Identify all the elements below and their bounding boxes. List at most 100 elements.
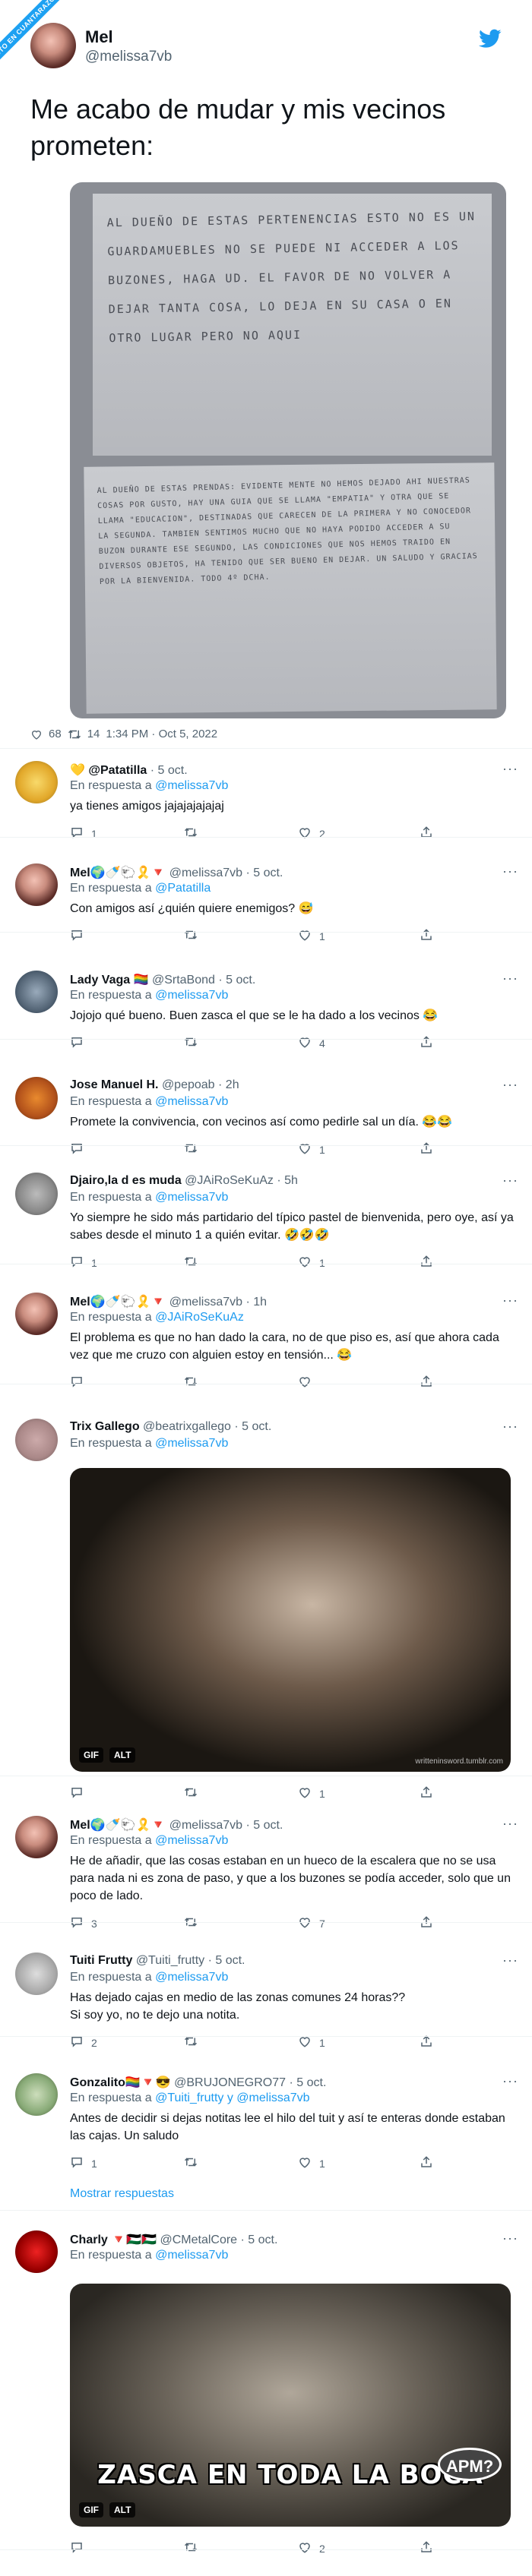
share-button[interactable] bbox=[420, 2035, 433, 2050]
reply-button[interactable] bbox=[70, 1375, 91, 1391]
like-button[interactable]: 1 bbox=[298, 2155, 325, 2171]
reply-to-link[interactable]: @melissa7vb bbox=[155, 1191, 228, 1204]
author-name[interactable]: Charly 🔻🇵🇸🇵🇸 bbox=[70, 2233, 157, 2246]
reply-to-link[interactable]: @melissa7vb bbox=[155, 779, 228, 792]
author-handle-date[interactable]: @melissa7vb · 5 oct. bbox=[169, 867, 283, 879]
more-options-icon[interactable]: ··· bbox=[502, 1077, 518, 1093]
share-button[interactable] bbox=[420, 928, 433, 944]
like-button[interactable]: 1 bbox=[298, 1785, 325, 1801]
reply-tweet[interactable]: Trix Gallego @beatrixgallego · 5 oct. ··… bbox=[0, 1419, 532, 1800]
more-options-icon[interactable]: ··· bbox=[502, 1953, 518, 1968]
author-handle-date[interactable]: @CMetalCore · 5 oct. bbox=[160, 2233, 277, 2246]
like-button[interactable]: 7 bbox=[298, 1915, 325, 1931]
retweet-button[interactable] bbox=[184, 928, 205, 944]
like-button[interactable]: 4 bbox=[298, 1035, 325, 1051]
tweet-photo[interactable]: AL DUEÑO DE ESTAS PERTENENCIAS ESTO NO E… bbox=[70, 182, 506, 718]
share-button[interactable] bbox=[420, 1915, 433, 1931]
author-name[interactable]: Lady Vaga 🏳️‍🌈 bbox=[70, 974, 149, 987]
author-name[interactable]: Gonzalito🏳️‍🌈🔻😎 bbox=[70, 2076, 171, 2089]
more-options-icon[interactable]: ··· bbox=[502, 863, 518, 879]
share-button[interactable] bbox=[420, 1785, 433, 1801]
avatar[interactable] bbox=[15, 863, 58, 906]
like-button[interactable]: 1 bbox=[298, 1141, 325, 1157]
reply-tweet[interactable]: Lady Vaga 🏳️‍🌈 @SrtaBond · 5 oct. ··· En… bbox=[0, 971, 532, 1050]
reply-tweet[interactable]: Mel🌍🍼🐑🎗️🔻 @melissa7vb · 5 oct. ··· En re… bbox=[0, 1816, 532, 1930]
reply-to-link[interactable]: @melissa7vb bbox=[155, 989, 228, 1002]
reply-tweet[interactable]: 💛 @Patatilla · 5 oct. ··· En respuesta a… bbox=[0, 761, 532, 840]
more-options-icon[interactable]: ··· bbox=[502, 761, 518, 777]
avatar[interactable] bbox=[15, 971, 58, 1013]
reply-button[interactable] bbox=[70, 1035, 91, 1051]
like-button[interactable]: 2 bbox=[298, 2540, 325, 2556]
tweet-timestamp[interactable]: 1:34 PM · Oct 5, 2022 bbox=[106, 728, 217, 740]
reply-to-link[interactable]: @melissa7vb bbox=[155, 2249, 228, 2262]
show-replies-link[interactable]: Mostrar respuestas bbox=[70, 2187, 174, 2201]
author-name[interactable]: Trix Gallego bbox=[70, 1420, 140, 1433]
author-name[interactable]: Djairo,la d es muda bbox=[70, 1174, 182, 1187]
like-button[interactable]: 2 bbox=[298, 826, 325, 841]
share-button[interactable] bbox=[420, 2155, 433, 2171]
alt-badge[interactable]: ALT bbox=[109, 2502, 136, 2518]
reply-to-link[interactable]: @Patatilla bbox=[155, 882, 211, 895]
reply-button[interactable]: 3 bbox=[70, 1915, 97, 1931]
reply-gif[interactable]: ZASCA EN TODA LA BOCA APM? GIF ALT bbox=[70, 2284, 511, 2527]
reply-tweet[interactable]: Djairo,la d es muda @JAiRoSeKuAz · 5h ··… bbox=[0, 1173, 532, 1269]
reply-button[interactable]: 1 bbox=[70, 1255, 97, 1271]
avatar[interactable] bbox=[15, 1419, 58, 1461]
more-options-icon[interactable]: ··· bbox=[502, 1816, 518, 1832]
avatar[interactable] bbox=[15, 2073, 58, 2116]
reply-button[interactable]: 2 bbox=[70, 2035, 97, 2050]
twitter-bird-icon[interactable] bbox=[479, 29, 502, 49]
reply-tweet[interactable]: Mel🌍🍼🐑🎗️🔻 @melissa7vb · 1h ··· En respue… bbox=[0, 1293, 532, 1387]
share-button[interactable] bbox=[420, 1141, 433, 1157]
retweet-button[interactable] bbox=[184, 2540, 205, 2556]
share-button[interactable] bbox=[420, 1035, 433, 1051]
reply-to-link[interactable]: @melissa7vb bbox=[155, 1095, 228, 1108]
avatar[interactable] bbox=[15, 1816, 58, 1858]
reply-tweet[interactable]: Charly 🔻🇵🇸🇵🇸 @CMetalCore · 5 oct. ··· En… bbox=[0, 2230, 532, 2555]
reply-to-link[interactable]: @melissa7vb bbox=[155, 1971, 228, 1984]
reply-to-link[interactable]: @JAiRoSeKuAz bbox=[155, 1311, 244, 1324]
retweet-icon[interactable] bbox=[68, 728, 81, 740]
share-button[interactable] bbox=[420, 2540, 433, 2556]
reply-gif[interactable]: writteninsword.tumblr.com GIF ALT bbox=[70, 1468, 511, 1772]
author-handle-date[interactable]: @beatrixgallego · 5 oct. bbox=[143, 1420, 271, 1433]
reply-button[interactable] bbox=[70, 2540, 91, 2556]
share-button[interactable] bbox=[420, 1255, 433, 1271]
author-handle[interactable]: @melissa7vb bbox=[85, 49, 172, 65]
author-name[interactable]: Tuiti Frutty bbox=[70, 1954, 132, 1967]
reply-button[interactable] bbox=[70, 1141, 91, 1157]
more-options-icon[interactable]: ··· bbox=[502, 2230, 518, 2246]
like-button[interactable] bbox=[298, 1375, 319, 1391]
avatar[interactable] bbox=[15, 1953, 58, 1995]
reply-button[interactable]: 1 bbox=[70, 2155, 97, 2171]
avatar[interactable] bbox=[15, 761, 58, 803]
avatar[interactable] bbox=[15, 1077, 58, 1119]
retweet-button[interactable] bbox=[184, 826, 205, 841]
avatar[interactable] bbox=[15, 2230, 58, 2273]
author-handle-date[interactable]: @melissa7vb · 1h bbox=[169, 1296, 267, 1309]
like-button[interactable]: 1 bbox=[298, 928, 325, 944]
retweet-button[interactable] bbox=[184, 1035, 205, 1051]
author-handle-date[interactable]: @melissa7vb · 5 oct. bbox=[169, 1819, 283, 1832]
retweet-button[interactable] bbox=[184, 1141, 205, 1157]
share-button[interactable] bbox=[420, 826, 433, 841]
author-name[interactable]: Mel🌍🍼🐑🎗️🔻 bbox=[70, 1819, 166, 1832]
heart-icon[interactable] bbox=[30, 728, 43, 740]
reply-tweet[interactable]: Tuiti Frutty @Tuiti_frutty · 5 oct. ··· … bbox=[0, 1953, 532, 2049]
reply-button[interactable] bbox=[70, 1785, 91, 1801]
like-button[interactable]: 1 bbox=[298, 1255, 325, 1271]
retweet-button[interactable] bbox=[184, 1375, 205, 1391]
reply-to-link[interactable]: @melissa7vb bbox=[155, 1834, 228, 1847]
author-name[interactable]: Mel bbox=[85, 27, 113, 47]
avatar[interactable] bbox=[15, 1293, 58, 1335]
retweet-button[interactable] bbox=[184, 1785, 205, 1801]
reply-tweet[interactable]: Jose Manuel H. @pepoab · 2h ··· En respu… bbox=[0, 1077, 532, 1156]
reply-tweet[interactable]: Mel🌍🍼🐑🎗️🔻 @melissa7vb · 5 oct. ··· En re… bbox=[0, 863, 532, 942]
retweet-button[interactable] bbox=[184, 2035, 205, 2050]
author-name[interactable]: 💛 @Patatilla bbox=[70, 764, 147, 777]
reply-tweet[interactable]: Gonzalito🏳️‍🌈🔻😎 @BRUJONEGRO77 · 5 oct. ·… bbox=[0, 2073, 532, 2211]
author-handle-date[interactable]: @JAiRoSeKuAz · 5h bbox=[185, 1174, 298, 1187]
author-handle-date[interactable]: @BRUJONEGRO77 · 5 oct. bbox=[174, 2076, 326, 2089]
more-options-icon[interactable]: ··· bbox=[502, 1173, 518, 1189]
